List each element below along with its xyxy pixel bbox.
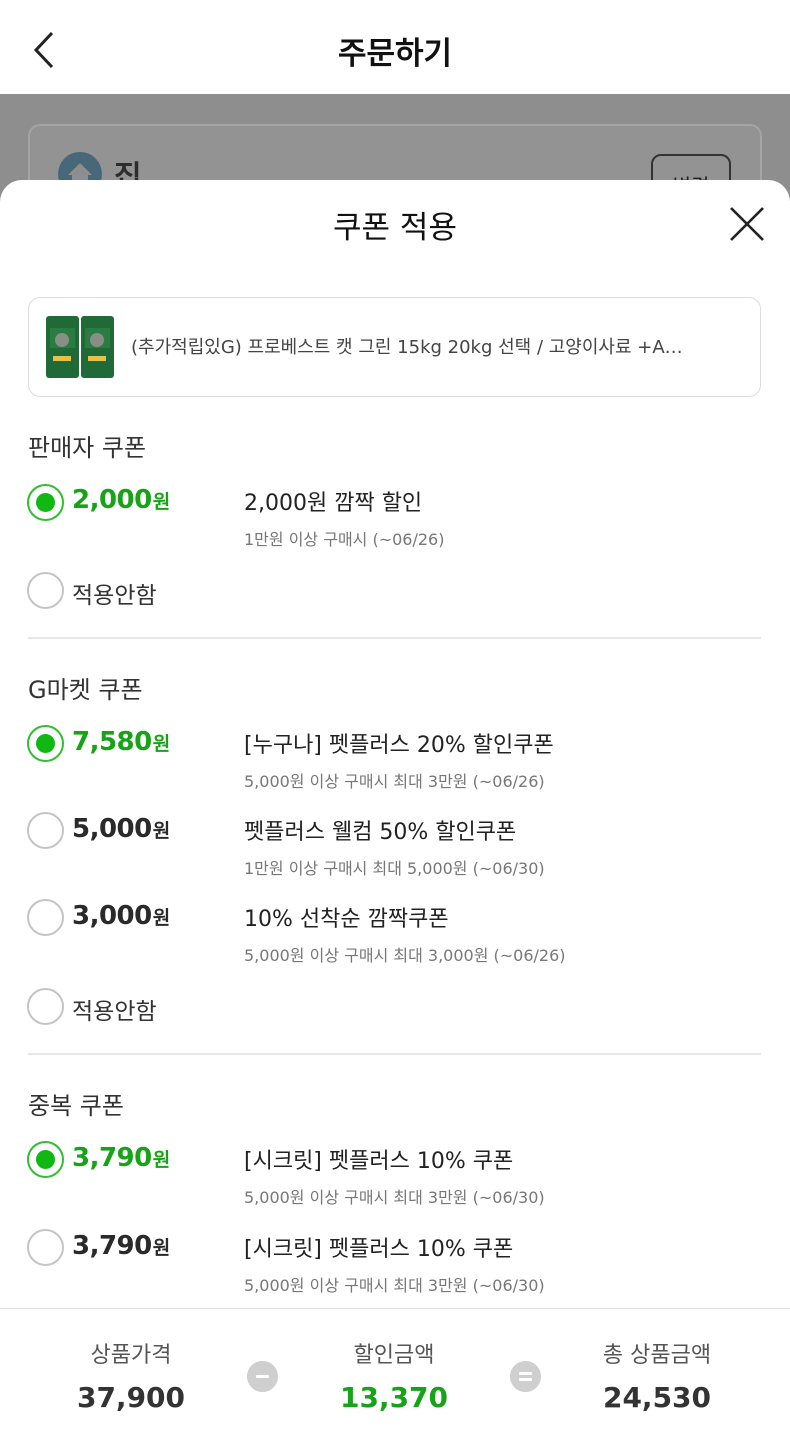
coupon-condition: 5,000원 이상 구매시 최대 3만원 (~06/30) [244,1276,545,1295]
coupon-sheet: 쿠폰 적용 (추가적립있G) 프로베스트 캣 그린 15kg 20kg 선택 /… [0,180,790,1436]
coupon-radio[interactable] [27,812,64,849]
discount-label: 할인금액 [353,1343,435,1368]
amount-unit: 원 [152,733,170,755]
product-price-label: 상품가격 [90,1343,172,1368]
coupon-amount: 2,000원 [72,485,170,515]
product-card: (추가적립있G) 프로베스트 캣 그린 15kg 20kg 선택 / 고양이사료… [28,297,761,397]
product-price-block: 상품가격 37,900 [31,1337,231,1414]
discount-value: 13,370 [339,1381,449,1414]
amount-value: 3,790 [72,1143,152,1173]
coupon-name: 10% 선착순 깜짝쿠폰 [244,907,449,932]
coupon-condition: 5,000원 이상 구매시 최대 3,000원 (~06/26) [244,946,566,965]
amount-value: 3,790 [72,1231,152,1261]
coupon-amount: 3,790원 [72,1143,170,1173]
sheet-title: 쿠폰 적용 [333,210,457,246]
coupon-radio[interactable] [27,1229,64,1266]
price-summary: 상품가격 37,900 할인금액 13,370 총 상품금액 24,530 [0,1308,790,1436]
coupon-radio[interactable] [27,725,64,762]
amount-unit: 원 [152,1149,170,1171]
top-app-bar: 주문하기 [0,0,790,94]
minus-circle-icon [247,1361,278,1392]
product-name: (추가적립있G) 프로베스트 캣 그린 15kg 20kg 선택 / 고양이사료… [131,337,683,358]
coupon-amount: 5,000원 [72,814,170,844]
amount-value: 3,000 [72,901,152,931]
coupon-amount: 7,580원 [72,727,170,757]
coupon-name: 2,000원 깜짝 할인 [244,491,423,516]
amount-unit: 원 [152,820,170,842]
total-block: 총 상품금액 24,530 [557,1337,757,1414]
coupon-radio[interactable] [27,899,64,936]
section-divider [28,1053,761,1055]
coupon-name: 펫플러스 웰컴 50% 할인쿠폰 [244,820,517,845]
total-value: 24,530 [602,1381,712,1414]
coupon-condition: 1만원 이상 구매시 최대 5,000원 (~06/30) [244,859,545,878]
coupon-name: [시크릿] 펫플러스 10% 쿠폰 [244,1237,514,1262]
no-coupon-label: 적용안함 [72,583,157,609]
amount-unit: 원 [152,907,170,929]
close-icon[interactable] [727,204,767,244]
no-coupon-radio[interactable] [27,572,64,609]
coupon-condition: 5,000원 이상 구매시 최대 3만원 (~06/30) [244,1188,545,1207]
no-coupon-label: 적용안함 [72,999,157,1025]
amount-unit: 원 [152,1237,170,1259]
amount-value: 7,580 [72,727,152,757]
amount-value: 5,000 [72,814,152,844]
coupon-amount: 3,790원 [72,1231,170,1261]
amount-value: 2,000 [72,485,152,515]
section-title-duplicate: 중복 쿠폰 [28,1092,124,1120]
coupon-name: [누구나] 펫플러스 20% 할인쿠폰 [244,733,554,758]
amount-unit: 원 [152,491,170,513]
coupon-amount: 3,000원 [72,901,170,931]
page-title: 주문하기 [337,36,453,72]
section-divider [28,637,761,639]
product-price-value: 37,900 [76,1381,186,1414]
section-title-seller: 판매자 쿠폰 [28,434,147,462]
discount-block: 할인금액 13,370 [294,1337,494,1414]
equals-circle-icon [510,1361,541,1392]
coupon-radio[interactable] [27,1141,64,1178]
no-coupon-radio[interactable] [27,988,64,1025]
coupon-radio[interactable] [27,484,64,521]
coupon-condition: 5,000원 이상 구매시 최대 3만원 (~06/26) [244,772,545,791]
section-title-gmarket: G마켓 쿠폰 [28,676,143,704]
coupon-name: [시크릿] 펫플러스 10% 쿠폰 [244,1149,514,1174]
product-thumbnail [46,316,114,378]
total-label: 총 상품금액 [602,1343,712,1368]
coupon-condition: 1만원 이상 구매시 (~06/26) [244,530,445,549]
